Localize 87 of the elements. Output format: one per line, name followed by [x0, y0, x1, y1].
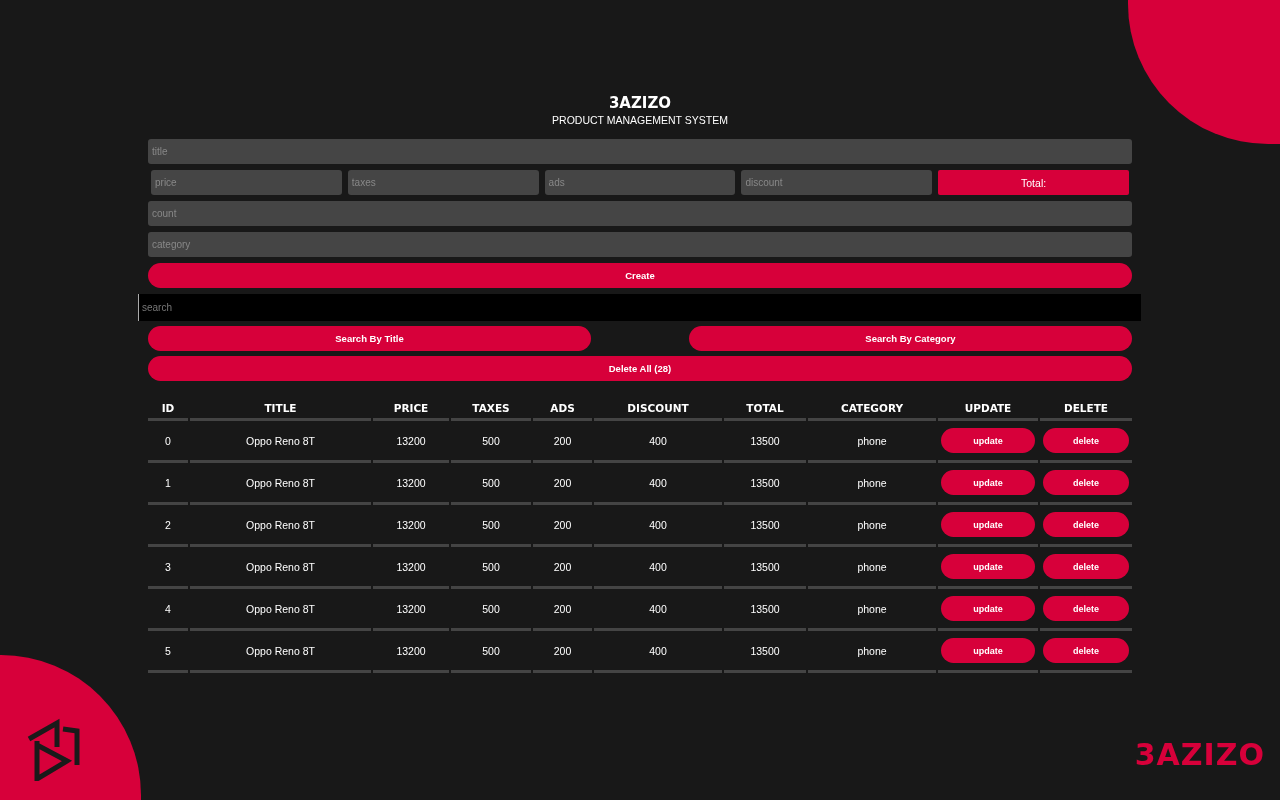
search-by-category-button[interactable]: Search By Category [689, 326, 1132, 351]
table-cell: Oppo Reno 8T [190, 589, 371, 631]
column-header: ADS [533, 398, 592, 421]
price-field[interactable]: price [151, 170, 342, 195]
delete-button[interactable]: delete [1043, 512, 1129, 537]
delete-button[interactable]: delete [1043, 638, 1129, 663]
count-field[interactable]: count [148, 201, 1132, 226]
table-cell: 200 [533, 421, 592, 463]
delete-all-button[interactable]: Delete All (28) [148, 356, 1132, 381]
search-field[interactable]: search [138, 294, 1141, 321]
table-cell: 200 [533, 589, 592, 631]
taxes-field[interactable]: taxes [347, 170, 539, 195]
table-cell: phone [808, 421, 936, 463]
update-button[interactable]: update [941, 512, 1035, 537]
table-cell: 13200 [373, 505, 449, 547]
table-cell: 200 [533, 631, 592, 673]
table-cell: 13200 [373, 547, 449, 589]
table-cell: 13500 [724, 421, 806, 463]
table-cell: phone [808, 589, 936, 631]
table-cell: 400 [594, 421, 722, 463]
category-field[interactable]: category [148, 232, 1132, 257]
column-header: ID [148, 398, 188, 421]
table-cell: 1 [148, 463, 188, 505]
delete-button[interactable]: delete [1043, 470, 1129, 495]
update-button[interactable]: update [941, 638, 1035, 663]
delete-button[interactable]: delete [1043, 428, 1129, 453]
column-header: PRICE [373, 398, 449, 421]
table-cell: phone [808, 631, 936, 673]
column-header: CATEGORY [808, 398, 936, 421]
table-cell: 2 [148, 505, 188, 547]
table-cell: Oppo Reno 8T [190, 421, 371, 463]
table-cell: 13500 [724, 589, 806, 631]
table-cell: phone [808, 547, 936, 589]
table-cell: phone [808, 463, 936, 505]
column-header: DELETE [1040, 398, 1132, 421]
table-cell: phone [808, 505, 936, 547]
ads-field[interactable]: ads [544, 170, 736, 195]
table-cell: 500 [451, 589, 531, 631]
table-cell: Oppo Reno 8T [190, 463, 371, 505]
table-cell: Oppo Reno 8T [190, 505, 371, 547]
table-cell: 500 [451, 421, 531, 463]
search-by-title-button[interactable]: Search By Title [148, 326, 591, 351]
app-title: 3AZIZO [608, 94, 672, 112]
table-cell: 13500 [724, 631, 806, 673]
table-cell: 400 [594, 589, 722, 631]
table-cell: 13500 [724, 505, 806, 547]
table-cell: 4 [148, 589, 188, 631]
column-header: TAXES [451, 398, 531, 421]
column-header: TOTAL [724, 398, 806, 421]
table-cell: Oppo Reno 8T [190, 547, 371, 589]
column-header: DISCOUNT [594, 398, 722, 421]
table-cell: 13500 [724, 547, 806, 589]
update-button[interactable]: update [941, 470, 1035, 495]
table-cell: 400 [594, 463, 722, 505]
table-cell: 13200 [373, 631, 449, 673]
delete-button[interactable]: delete [1043, 596, 1129, 621]
update-button[interactable]: update [941, 596, 1035, 621]
table-cell: 200 [533, 463, 592, 505]
brand-wordmark: 3AZIZO [1134, 737, 1265, 772]
logo-icon [27, 717, 81, 781]
app-subtitle: PRODUCT MANAGEMENT SYSTEM [552, 114, 728, 126]
table-cell: 0 [148, 421, 188, 463]
table-cell: 3 [148, 547, 188, 589]
column-header: TITLE [190, 398, 371, 421]
update-button[interactable]: update [941, 428, 1035, 453]
discount-field[interactable]: discount [741, 170, 933, 195]
table-cell: 400 [594, 547, 722, 589]
table-cell: 5 [148, 631, 188, 673]
table-cell: 500 [451, 463, 531, 505]
table-cell: 400 [594, 631, 722, 673]
column-header: UPDATE [938, 398, 1038, 421]
table-cell: 200 [533, 505, 592, 547]
table-cell: 500 [451, 631, 531, 673]
table-cell: 13200 [373, 463, 449, 505]
table-cell: 500 [451, 547, 531, 589]
table-cell: 400 [594, 505, 722, 547]
table-cell: 13200 [373, 421, 449, 463]
update-button[interactable]: update [941, 554, 1035, 579]
table-cell: 13500 [724, 463, 806, 505]
table-cell: Oppo Reno 8T [190, 631, 371, 673]
delete-button[interactable]: delete [1043, 554, 1129, 579]
total-display: Total: [938, 170, 1129, 195]
table-cell: 13200 [373, 589, 449, 631]
table-cell: 500 [451, 505, 531, 547]
table-cell: 200 [533, 547, 592, 589]
create-button[interactable]: Create [148, 263, 1132, 288]
title-field[interactable]: title [148, 139, 1132, 164]
